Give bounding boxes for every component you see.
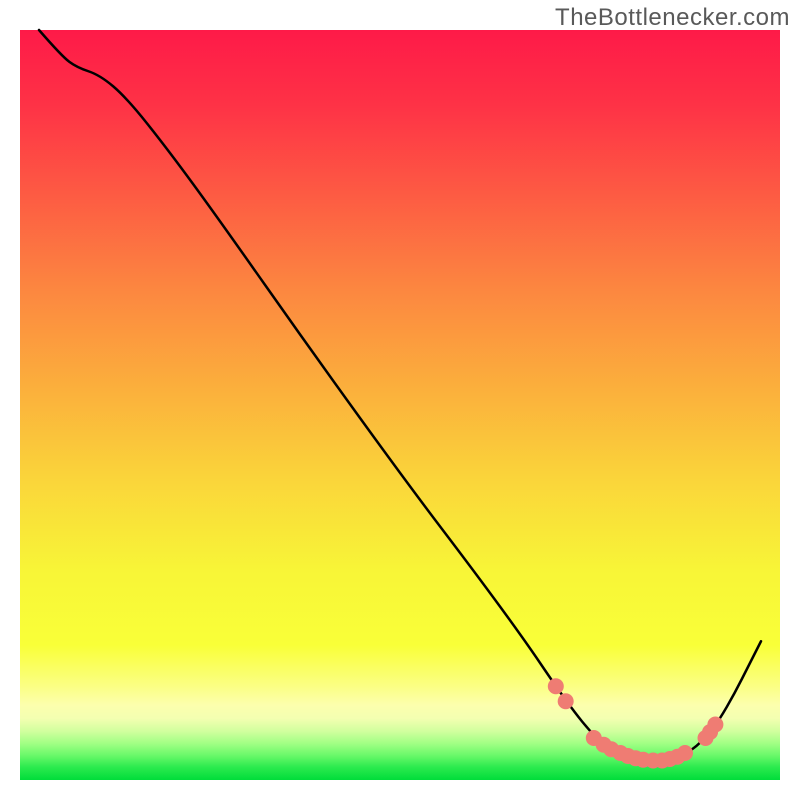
watermark-text: TheBottlenecker.com — [555, 4, 790, 32]
curve-marker — [558, 693, 574, 709]
bottleneck-curve-plot — [0, 0, 800, 800]
chart-container: TheBottlenecker.com — [0, 0, 800, 800]
gradient-background — [20, 30, 780, 780]
curve-marker — [707, 717, 723, 733]
curve-marker — [548, 678, 564, 694]
curve-marker — [677, 745, 693, 761]
